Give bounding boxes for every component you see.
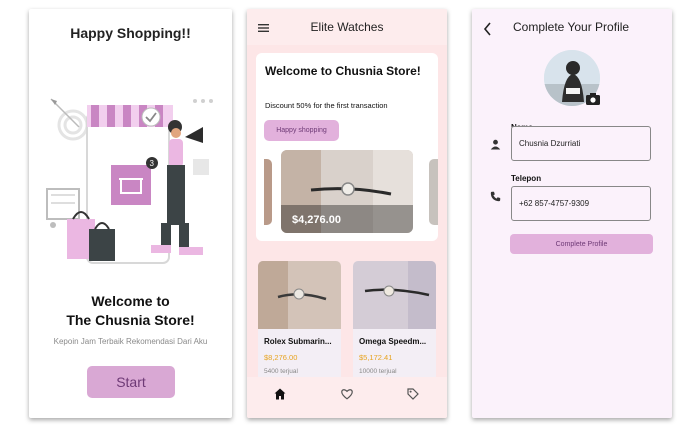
phone-field-value: +62 857-4757-9309 (519, 199, 590, 208)
app-bar: Elite Watches (247, 9, 447, 45)
name-field-value: Chusnia Dzurriati (519, 139, 581, 148)
welcome-line-2: The Chusnia Store! (66, 312, 195, 328)
product-name: Rolex Submarin... (264, 337, 332, 346)
carousel-next-thumbnail[interactable] (429, 159, 438, 225)
back-arrow-icon[interactable] (483, 22, 492, 36)
onboarding-title: Happy Shopping!! (70, 25, 191, 41)
person-icon (490, 139, 501, 150)
shopping-illustration: 3 (46, 98, 213, 264)
product-sold-count: 5400 terjual (264, 368, 298, 375)
hero-price: $4,276.00 (292, 214, 341, 226)
home-icon[interactable] (274, 388, 286, 400)
carousel-hero-image[interactable]: $4,276.00 (281, 150, 413, 233)
complete-profile-button[interactable]: Complete Profile (510, 234, 653, 254)
product-card[interactable]: Omega Speedm... $5,172.41 10000 terjual (353, 261, 436, 391)
product-price: $5,172.41 (359, 353, 393, 362)
welcome-line-1: Welcome to (91, 293, 170, 309)
phone-label: Telepon (511, 174, 542, 183)
phone-icon (490, 191, 501, 202)
showcase-canvas: Happy Shopping!! 3 Welcome to The Chusni… (0, 0, 694, 433)
home-screen: Elite Watches Welcome to Chusnia Store! … (247, 9, 447, 418)
product-card[interactable]: Rolex Submarin... $8,276.00 5400 terjual (258, 261, 341, 391)
onboarding-screen: Happy Shopping!! 3 Welcome to The Chusni… (29, 9, 232, 418)
start-button[interactable]: Start (87, 366, 175, 398)
tag-icon[interactable] (407, 388, 419, 400)
onboarding-subtitle: Kepoin Jam Terbaik Rekomendasi Dari Aku (53, 337, 208, 346)
phone-field[interactable]: +62 857-4757-9309 (511, 186, 651, 221)
product-image (258, 261, 341, 329)
product-name: Omega Speedm... (359, 337, 427, 346)
promo-card: Welcome to Chusnia Store! Discount 50% f… (256, 53, 438, 241)
app-title: Elite Watches (310, 20, 384, 34)
heart-icon[interactable] (341, 388, 353, 400)
happy-shopping-button[interactable]: Happy shopping (264, 120, 339, 141)
cart-badge-count: 3 (150, 159, 155, 168)
camera-icon[interactable] (586, 93, 600, 105)
profile-title: Complete Your Profile (513, 20, 630, 34)
product-sold-count: 10000 terjual (359, 368, 397, 375)
promo-subtitle: Discount 50% for the first transaction (265, 101, 388, 110)
promo-title: Welcome to Chusnia Store! (265, 64, 421, 78)
name-field[interactable]: Chusnia Dzurriati (511, 126, 651, 161)
product-image (353, 261, 436, 329)
profile-screen: Complete Your Profile Nama Chusnia Dzurr… (472, 9, 672, 418)
bottom-navigation (247, 377, 447, 418)
carousel-prev-thumbnail[interactable] (264, 159, 272, 225)
product-price: $8,276.00 (264, 353, 298, 362)
welcome-heading: Welcome to The Chusnia Store! (29, 292, 232, 330)
